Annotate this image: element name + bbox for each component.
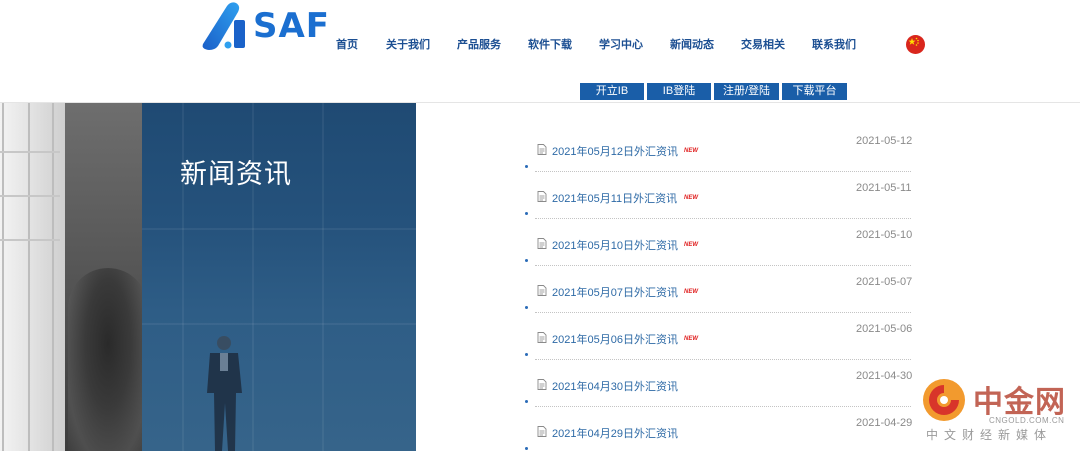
news-date: 2021-05-07: [856, 276, 913, 288]
blurred-figure: [68, 268, 148, 451]
watermark-slogan: 中文财经新媒体: [926, 428, 1053, 442]
site-logo[interactable]: SAF: [197, 0, 331, 52]
watermark-url: CNGOLD.COM.CN: [989, 416, 1065, 425]
news-date: 2021-05-12: [856, 135, 913, 147]
bullet-icon: [525, 165, 528, 168]
news-title-link[interactable]: 2021年05月06日外汇资讯: [552, 331, 678, 347]
bullet-icon: [525, 212, 528, 215]
document-icon: [537, 379, 547, 390]
document-icon: [537, 332, 547, 343]
businessman-figure: [207, 336, 242, 451]
news-item[interactable]: 2021年04月29日外汇资讯 2021-04-29: [525, 407, 915, 451]
logo-text: SAF: [253, 6, 331, 46]
news-title-link[interactable]: 2021年05月10日外汇资讯: [552, 237, 678, 253]
news-title-link[interactable]: 2021年05月12日外汇资讯: [552, 143, 678, 159]
cngold-logo-icon: [923, 379, 965, 421]
logo-mark-icon: [202, 2, 245, 51]
new-badge: NEW: [684, 148, 698, 154]
news-date: 2021-05-11: [856, 182, 912, 194]
news-item[interactable]: 2021年05月11日外汇资讯 NEW 2021-05-11: [525, 172, 915, 219]
bullet-icon: [525, 306, 528, 309]
news-item[interactable]: 2021年05月10日外汇资讯 NEW 2021-05-10: [525, 219, 915, 266]
document-icon: [537, 238, 547, 249]
news-item[interactable]: 2021年05月12日外汇资讯 NEW 2021-05-12: [525, 125, 915, 172]
nav-item[interactable]: 软件下载: [528, 38, 572, 52]
account-button[interactable]: 下载平台: [782, 83, 847, 100]
nav-item[interactable]: 联系我们: [812, 38, 856, 52]
new-badge: NEW: [684, 195, 698, 201]
news-date: 2021-05-10: [856, 229, 913, 241]
banner-title: 新闻资讯: [180, 159, 292, 190]
news-date: 2021-05-06: [856, 323, 913, 335]
banner-image: 新闻资讯: [0, 103, 416, 451]
document-icon: [537, 191, 547, 202]
main-nav: 首页 关于我们 产品服务 软件下载 学习中心 新闻动态 交易相关 联系我们: [336, 38, 883, 52]
bullet-icon: [525, 400, 528, 403]
nav-item[interactable]: 学习中心: [599, 38, 643, 52]
news-item[interactable]: 2021年05月06日外汇资讯 NEW 2021-05-06: [525, 313, 915, 360]
nav-item[interactable]: 关于我们: [386, 38, 430, 52]
account-button[interactable]: 开立IB: [580, 83, 644, 100]
new-badge: NEW: [684, 242, 698, 248]
news-title-link[interactable]: 2021年05月07日外汇资讯: [552, 284, 678, 300]
document-icon: [537, 144, 547, 155]
nav-item[interactable]: 产品服务: [457, 38, 501, 52]
document-icon: [537, 285, 547, 296]
account-button[interactable]: IB登陆: [647, 83, 711, 100]
news-date: 2021-04-30: [856, 370, 913, 382]
document-icon: [537, 426, 547, 437]
news-item[interactable]: 2021年05月07日外汇资讯 NEW 2021-05-07: [525, 266, 915, 313]
nav-item[interactable]: 交易相关: [741, 38, 785, 52]
nav-item[interactable]: 首页: [336, 38, 358, 52]
news-title-link[interactable]: 2021年04月29日外汇资讯: [552, 425, 678, 441]
new-badge: NEW: [684, 289, 698, 295]
watermark-name: 中金网: [973, 385, 1066, 420]
bullet-icon: [525, 259, 528, 262]
account-button-bar: 开立IB IB登陆 注册/登陆 下载平台: [580, 83, 850, 100]
news-item[interactable]: 2021年04月30日外汇资讯 2021-04-30: [525, 360, 915, 407]
news-title-link[interactable]: 2021年05月11日外汇资讯: [552, 190, 677, 206]
cngold-watermark: 中金网 CNGOLD.COM.CN 中文财经新媒体: [921, 377, 1071, 443]
bullet-icon: [525, 447, 528, 450]
new-badge: NEW: [684, 336, 698, 342]
china-flag-icon[interactable]: [906, 35, 925, 54]
account-button[interactable]: 注册/登陆: [714, 83, 779, 100]
bullet-icon: [525, 353, 528, 356]
nav-item[interactable]: 新闻动态: [670, 38, 714, 52]
news-date: 2021-04-29: [856, 417, 913, 429]
news-title-link[interactable]: 2021年04月30日外汇资讯: [552, 378, 678, 394]
